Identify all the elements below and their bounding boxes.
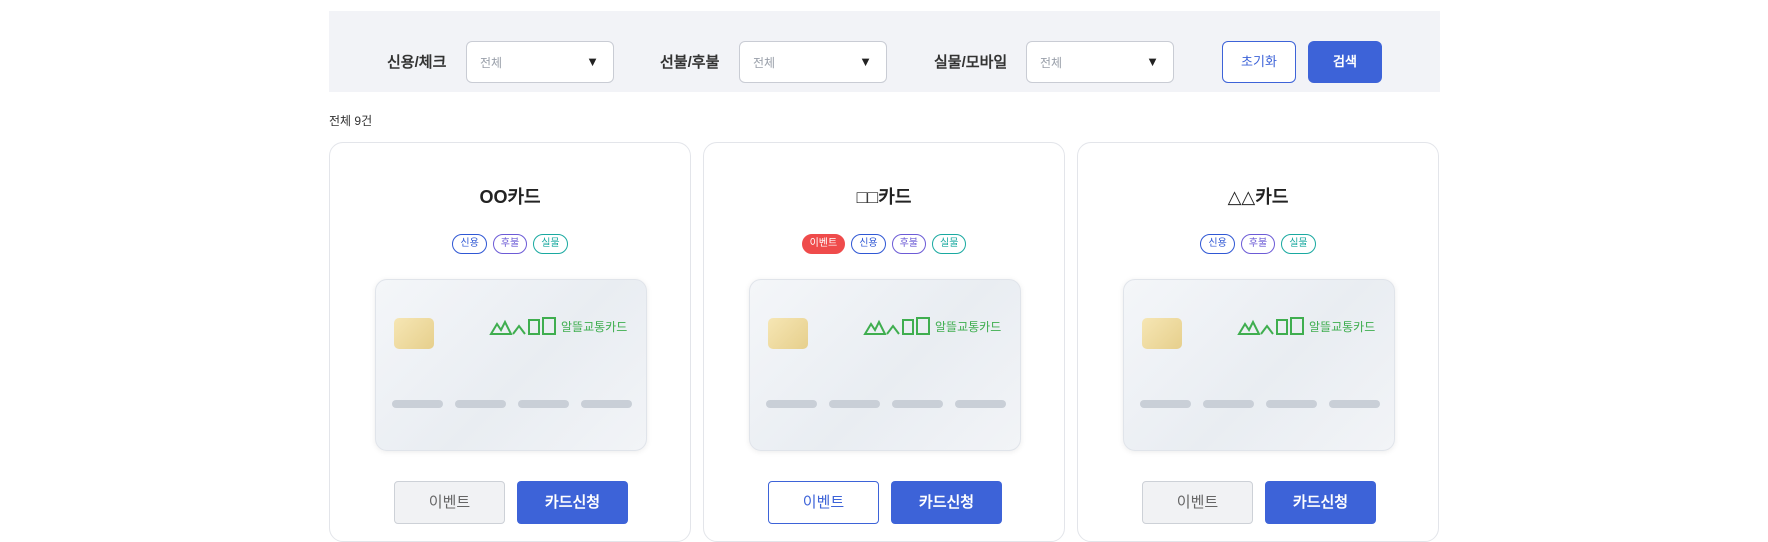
- physical-mobile-value: 전체: [1040, 56, 1063, 70]
- badge-group: 신용 후불 실물: [1078, 234, 1438, 254]
- reset-button[interactable]: 초기화: [1222, 41, 1296, 83]
- badge-physical: 실물: [1281, 234, 1316, 254]
- transit-card-logo: 알뜰교통카드: [489, 317, 627, 335]
- search-button[interactable]: 검색: [1308, 41, 1382, 83]
- event-button[interactable]: 이벤트: [394, 481, 505, 524]
- card-item: OO카드 신용 후불 실물 알뜰교통카드 이벤트 카드신청: [329, 142, 691, 542]
- card-chip-icon: [768, 318, 808, 349]
- badge-credit: 신용: [452, 234, 487, 254]
- card-number-placeholder: [1140, 400, 1380, 408]
- transit-card-logo: 알뜰교통카드: [863, 317, 1001, 335]
- badge-group: 이벤트 신용 후불 실물: [704, 234, 1064, 254]
- caret-down-icon: ▼: [859, 54, 872, 69]
- card-number-placeholder: [766, 400, 1006, 408]
- card-title: OO카드: [479, 187, 541, 207]
- card-number-placeholder: [392, 400, 632, 408]
- result-count: 전체 9건: [329, 114, 373, 128]
- badge-credit: 신용: [1200, 234, 1235, 254]
- badge-postpaid: 후불: [492, 234, 528, 254]
- apply-card-button[interactable]: 카드신청: [517, 481, 628, 524]
- apply-card-button[interactable]: 카드신청: [1265, 481, 1376, 524]
- logo-text: 알뜰교통카드: [1309, 320, 1375, 334]
- logo-text: 알뜰교통카드: [935, 320, 1001, 334]
- event-button[interactable]: 이벤트: [768, 481, 879, 524]
- prepaid-postpaid-label: 선불/후불: [660, 54, 720, 71]
- card-item: △△카드 신용 후불 실물 알뜰교통카드 이벤트 카드신청: [1077, 142, 1439, 542]
- badge-credit: 신용: [851, 234, 886, 254]
- physical-mobile-select[interactable]: 전체 ▼: [1026, 41, 1174, 83]
- prepaid-postpaid-select[interactable]: 전체 ▼: [739, 41, 887, 83]
- credit-check-value: 전체: [480, 56, 503, 70]
- card-title: △△카드: [1227, 187, 1289, 207]
- logo-text: 알뜰교통카드: [561, 320, 627, 334]
- caret-down-icon: ▼: [586, 54, 599, 69]
- card-image: 알뜰교통카드: [749, 279, 1021, 451]
- filter-bar: 신용/체크 전체 ▼ 선불/후불 전체 ▼ 실물/모바일 전체 ▼ 초기화 검색: [329, 11, 1440, 92]
- credit-check-label: 신용/체크: [387, 54, 447, 71]
- badge-physical: 실물: [932, 234, 967, 254]
- card-chip-icon: [1142, 318, 1182, 349]
- event-button[interactable]: 이벤트: [1142, 481, 1253, 524]
- apply-card-button[interactable]: 카드신청: [891, 481, 1002, 524]
- badge-event: 이벤트: [801, 234, 846, 254]
- prepaid-postpaid-value: 전체: [753, 56, 776, 70]
- physical-mobile-label: 실물/모바일: [934, 54, 1008, 71]
- caret-down-icon: ▼: [1146, 54, 1159, 69]
- card-chip-icon: [394, 318, 434, 349]
- card-image: 알뜰교통카드: [1123, 279, 1395, 451]
- badge-postpaid: 후불: [891, 234, 926, 254]
- badge-physical: 실물: [533, 234, 568, 254]
- badge-postpaid: 후불: [1240, 234, 1276, 254]
- badge-group: 신용 후불 실물: [330, 234, 690, 254]
- credit-check-select[interactable]: 전체 ▼: [466, 41, 614, 83]
- card-title: □□카드: [856, 187, 912, 207]
- card-item: □□카드 이벤트 신용 후불 실물 알뜰교통카드 이벤트 카드신청: [703, 142, 1065, 542]
- transit-card-logo: 알뜰교통카드: [1237, 317, 1375, 335]
- card-image: 알뜰교통카드: [375, 279, 647, 451]
